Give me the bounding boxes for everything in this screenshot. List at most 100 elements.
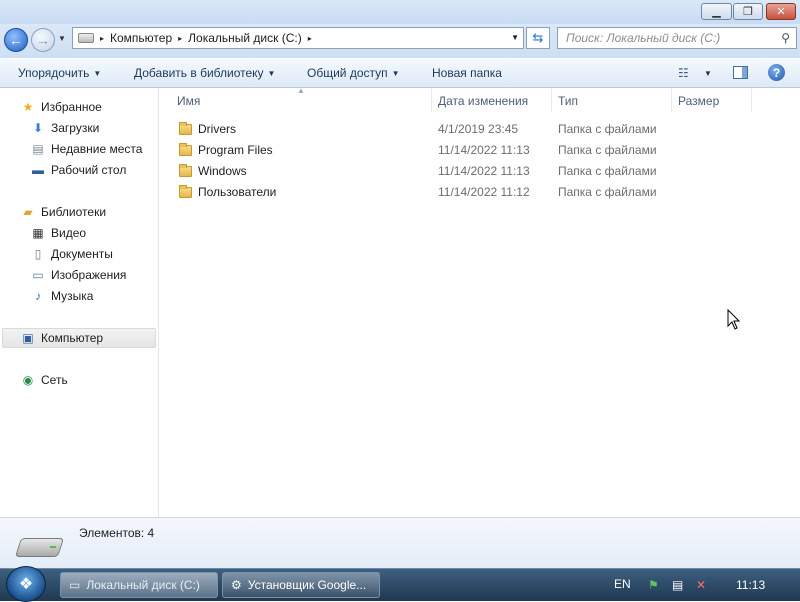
forward-button[interactable]: → xyxy=(31,28,55,52)
taskbar-item-label: Локальный диск (C:) xyxy=(86,578,200,592)
nav-libraries[interactable]: ▰ Библиотеки xyxy=(20,205,106,219)
refresh-button[interactable]: ⇆ xyxy=(526,27,550,49)
add-to-library-button[interactable]: Добавить в библиотеку ▼ xyxy=(134,66,275,80)
column-divider[interactable] xyxy=(431,88,432,112)
desktop-icon: ▬ xyxy=(32,163,44,177)
close-icon: ✕ xyxy=(776,6,786,18)
forward-arrow-icon: → xyxy=(36,32,50,48)
nav-network[interactable]: ◉ Сеть xyxy=(20,373,68,387)
file-row[interactable]: Drivers 4/1/2019 23:45 Папка с файлами xyxy=(159,119,659,140)
nav-computer-label: Компьютер xyxy=(41,331,104,345)
nav-pictures[interactable]: ▭ Изображения xyxy=(30,268,126,282)
help-button[interactable]: ? xyxy=(768,64,785,81)
close-button[interactable]: ✕ xyxy=(766,3,796,20)
address-bar[interactable]: ▸ Компьютер ▸ Локальный диск (C:) ▸ ▼ xyxy=(72,27,524,49)
item-count: Элементов: 4 xyxy=(79,526,155,540)
drive-icon: ▭ xyxy=(69,578,81,592)
back-button[interactable]: ← xyxy=(4,28,28,52)
network-tray-icon[interactable]: ▤ xyxy=(672,578,683,592)
details-pane: Элементов: 4 xyxy=(0,517,800,569)
file-row[interactable]: Пользователи 11/14/2022 11:12 Папка с фа… xyxy=(159,182,659,203)
nav-downloads[interactable]: ⬇ Загрузки xyxy=(30,121,99,135)
file-name: Windows xyxy=(198,164,247,178)
search-placeholder: Поиск: Локальный диск (C:) xyxy=(566,31,721,45)
chevron-down-icon: ▼ xyxy=(267,69,276,78)
pictures-icon: ▭ xyxy=(32,268,44,282)
mouse-cursor-icon xyxy=(727,309,741,330)
volume-muted-icon[interactable]: ✕ xyxy=(696,578,706,592)
nav-recent-places[interactable]: ▤ Недавние места xyxy=(30,142,142,156)
file-row[interactable]: Program Files 11/14/2022 11:13 Папка с ф… xyxy=(159,140,659,161)
search-icon[interactable]: ⚲ xyxy=(781,31,790,45)
organize-button[interactable]: Упорядочить ▼ xyxy=(18,66,101,80)
recent-pages-dropdown[interactable]: ▼ xyxy=(58,34,66,43)
navigation-pane: ★ Избранное ⬇ Загрузки ▤ Недавние места ▬ Ра… xyxy=(0,88,159,517)
view-options-dropdown[interactable]: ▼ xyxy=(704,69,712,78)
preview-pane-button[interactable] xyxy=(733,66,748,79)
maximize-button[interactable]: ❐ xyxy=(733,3,763,20)
drive-led xyxy=(50,546,56,548)
libraries-icon: ▰ xyxy=(23,205,33,219)
file-name: Program Files xyxy=(198,143,273,157)
nav-documents-label: Документы xyxy=(51,247,113,261)
nav-libraries-label: Библиотеки xyxy=(41,205,107,219)
help-icon: ? xyxy=(772,65,781,80)
breadcrumb-root-arrow[interactable]: ▸ xyxy=(100,34,104,43)
maximize-icon: ❐ xyxy=(743,6,753,18)
breadcrumb-separator[interactable]: ▸ xyxy=(178,34,182,43)
file-type: Папка с файлами xyxy=(558,143,657,157)
language-indicator[interactable]: EN xyxy=(614,577,631,591)
organize-label: Упорядочить xyxy=(18,66,90,80)
file-row[interactable]: Windows 11/14/2022 11:13 Папка с файлами xyxy=(159,161,659,182)
nav-network-label: Сеть xyxy=(41,373,68,387)
sort-ascending-icon: ▲ xyxy=(297,86,305,95)
taskbar: ❖ ▭ Локальный диск (C:) ⚙ Установщик Googl… xyxy=(0,566,800,602)
taskbar-item-label: Установщик Google... xyxy=(247,578,367,592)
clock[interactable]: 11:13 xyxy=(736,578,765,592)
computer-icon: ▣ xyxy=(22,331,34,345)
column-header-name[interactable]: Имя xyxy=(177,94,200,108)
chevron-down-icon: ▼ xyxy=(93,69,102,78)
nav-documents[interactable]: ▯ Документы xyxy=(30,247,113,261)
column-divider[interactable] xyxy=(751,88,752,112)
action-center-icon[interactable]: ⚑ xyxy=(648,578,659,592)
nav-desktop[interactable]: ▬ Рабочий стол xyxy=(30,163,126,177)
minimize-button[interactable]: ▁ xyxy=(701,3,732,20)
file-name: Drivers xyxy=(198,122,236,136)
change-view-button[interactable]: ☷ xyxy=(678,66,689,80)
file-date: 11/14/2022 11:13 xyxy=(438,143,530,157)
nav-pictures-label: Изображения xyxy=(51,268,127,282)
address-dropdown-icon[interactable]: ▼ xyxy=(511,33,519,42)
taskbar-item-explorer[interactable]: ▭ Локальный диск (C:) xyxy=(60,572,218,598)
file-date: 11/14/2022 11:13 xyxy=(438,164,530,178)
breadcrumb-separator[interactable]: ▸ xyxy=(308,34,312,43)
search-input[interactable]: Поиск: Локальный диск (C:) ⚲ xyxy=(557,27,797,49)
column-header-date[interactable]: Дата изменения xyxy=(438,94,528,108)
column-divider[interactable] xyxy=(551,88,552,112)
nav-music[interactable]: ♪ Музыка xyxy=(30,289,93,303)
video-icon: ▦ xyxy=(32,226,44,240)
column-header-type[interactable]: Тип xyxy=(558,94,578,108)
share-button[interactable]: Общий доступ ▼ xyxy=(307,66,400,80)
column-header-size[interactable]: Размер xyxy=(678,94,719,108)
documents-icon: ▯ xyxy=(34,247,42,261)
minimize-icon: ▁ xyxy=(712,6,721,18)
nav-computer[interactable]: ▣ Компьютер xyxy=(20,331,103,345)
nav-video[interactable]: ▦ Видео xyxy=(30,226,86,240)
folder-icon xyxy=(179,164,192,177)
nav-favorites[interactable]: ★ Избранное xyxy=(20,100,102,114)
add-to-library-label: Добавить в библиотеку xyxy=(134,66,264,80)
start-button[interactable]: ❖ xyxy=(6,566,46,602)
column-divider[interactable] xyxy=(671,88,672,112)
new-folder-label: Новая папка xyxy=(432,66,502,80)
folder-icon xyxy=(179,143,192,156)
taskbar-item-installer[interactable]: ⚙ Установщик Google... xyxy=(222,572,380,598)
hard-drive-icon xyxy=(14,538,65,557)
new-folder-button[interactable]: Новая папка xyxy=(432,66,502,80)
breadcrumb-local-disk[interactable]: Локальный диск (C:) xyxy=(188,31,302,45)
breadcrumb-computer[interactable]: Компьютер xyxy=(110,31,172,45)
installer-icon: ⚙ xyxy=(231,578,242,592)
window-title-bar: ▁ ❐ ✕ xyxy=(0,0,800,25)
nav-music-label: Музыка xyxy=(51,289,94,303)
windows-logo-icon: ❖ xyxy=(18,576,34,593)
